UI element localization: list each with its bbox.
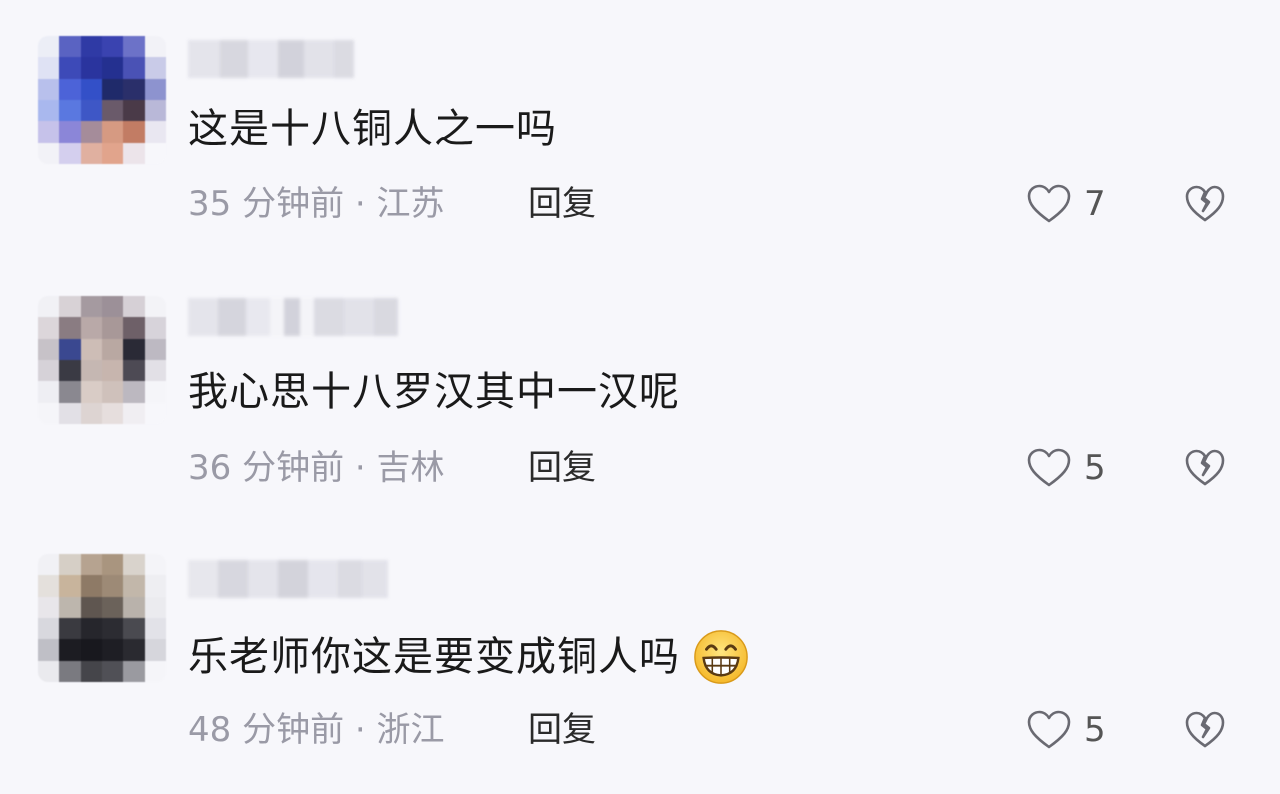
- comment-text: 我心思十八罗汉其中一汉呢: [188, 369, 680, 415]
- dislike-button[interactable]: [1183, 182, 1227, 226]
- comment-item: 这是十八铜人之一吗 35 分钟前 · 江苏 回复 7: [0, 0, 1280, 262]
- broken-heart-icon: [1185, 449, 1225, 486]
- grinning-face-icon: [694, 630, 748, 684]
- reply-button[interactable]: 回复: [528, 182, 596, 226]
- heart-outline-icon: [1027, 184, 1071, 223]
- like-button[interactable]: 5: [1026, 446, 1106, 490]
- username-blurred[interactable]: [188, 40, 354, 78]
- dislike-button[interactable]: [1183, 708, 1227, 752]
- like-count: 7: [1084, 184, 1106, 224]
- comment-meta: 48 分钟前 · 浙江: [188, 708, 445, 752]
- heart-outline-icon: [1027, 448, 1071, 487]
- dislike-button[interactable]: [1183, 446, 1227, 490]
- comment-text: 这是十八铜人之一吗: [188, 106, 557, 152]
- broken-heart-icon: [1185, 185, 1225, 222]
- comment-text: 乐老师你这是要变成铜人吗: [188, 628, 750, 686]
- comment-time: 35 分钟前: [188, 184, 345, 224]
- meta-separator: ·: [344, 184, 377, 224]
- reply-button[interactable]: 回复: [528, 708, 596, 752]
- comment-location: 吉林: [376, 448, 445, 488]
- like-button[interactable]: 7: [1026, 182, 1106, 226]
- username-blurred[interactable]: [188, 298, 398, 336]
- broken-heart-icon: [1185, 711, 1225, 748]
- comment-time: 48 分钟前: [188, 710, 345, 750]
- avatar[interactable]: [38, 36, 166, 164]
- reply-button[interactable]: 回复: [528, 446, 596, 490]
- username-blurred[interactable]: [188, 560, 388, 598]
- comment-location: 江苏: [376, 184, 445, 224]
- meta-separator: ·: [344, 710, 377, 750]
- like-count: 5: [1084, 448, 1106, 488]
- comment-location: 浙江: [376, 710, 445, 750]
- comment-item: 乐老师你这是要变成铜人吗 48 分钟前 · 浙江 回复 5: [0, 524, 1280, 786]
- comment-meta: 35 分钟前 · 江苏: [188, 182, 445, 226]
- avatar[interactable]: [38, 554, 166, 682]
- comment-meta: 36 分钟前 · 吉林: [188, 446, 445, 490]
- comment-time: 36 分钟前: [188, 448, 345, 488]
- comment-item: 我心思十八罗汉其中一汉呢 36 分钟前 · 吉林 回复 5: [0, 262, 1280, 524]
- heart-outline-icon: [1027, 710, 1071, 749]
- avatar[interactable]: [38, 296, 166, 424]
- like-button[interactable]: 5: [1026, 708, 1106, 752]
- meta-separator: ·: [344, 448, 377, 488]
- like-count: 5: [1084, 710, 1106, 750]
